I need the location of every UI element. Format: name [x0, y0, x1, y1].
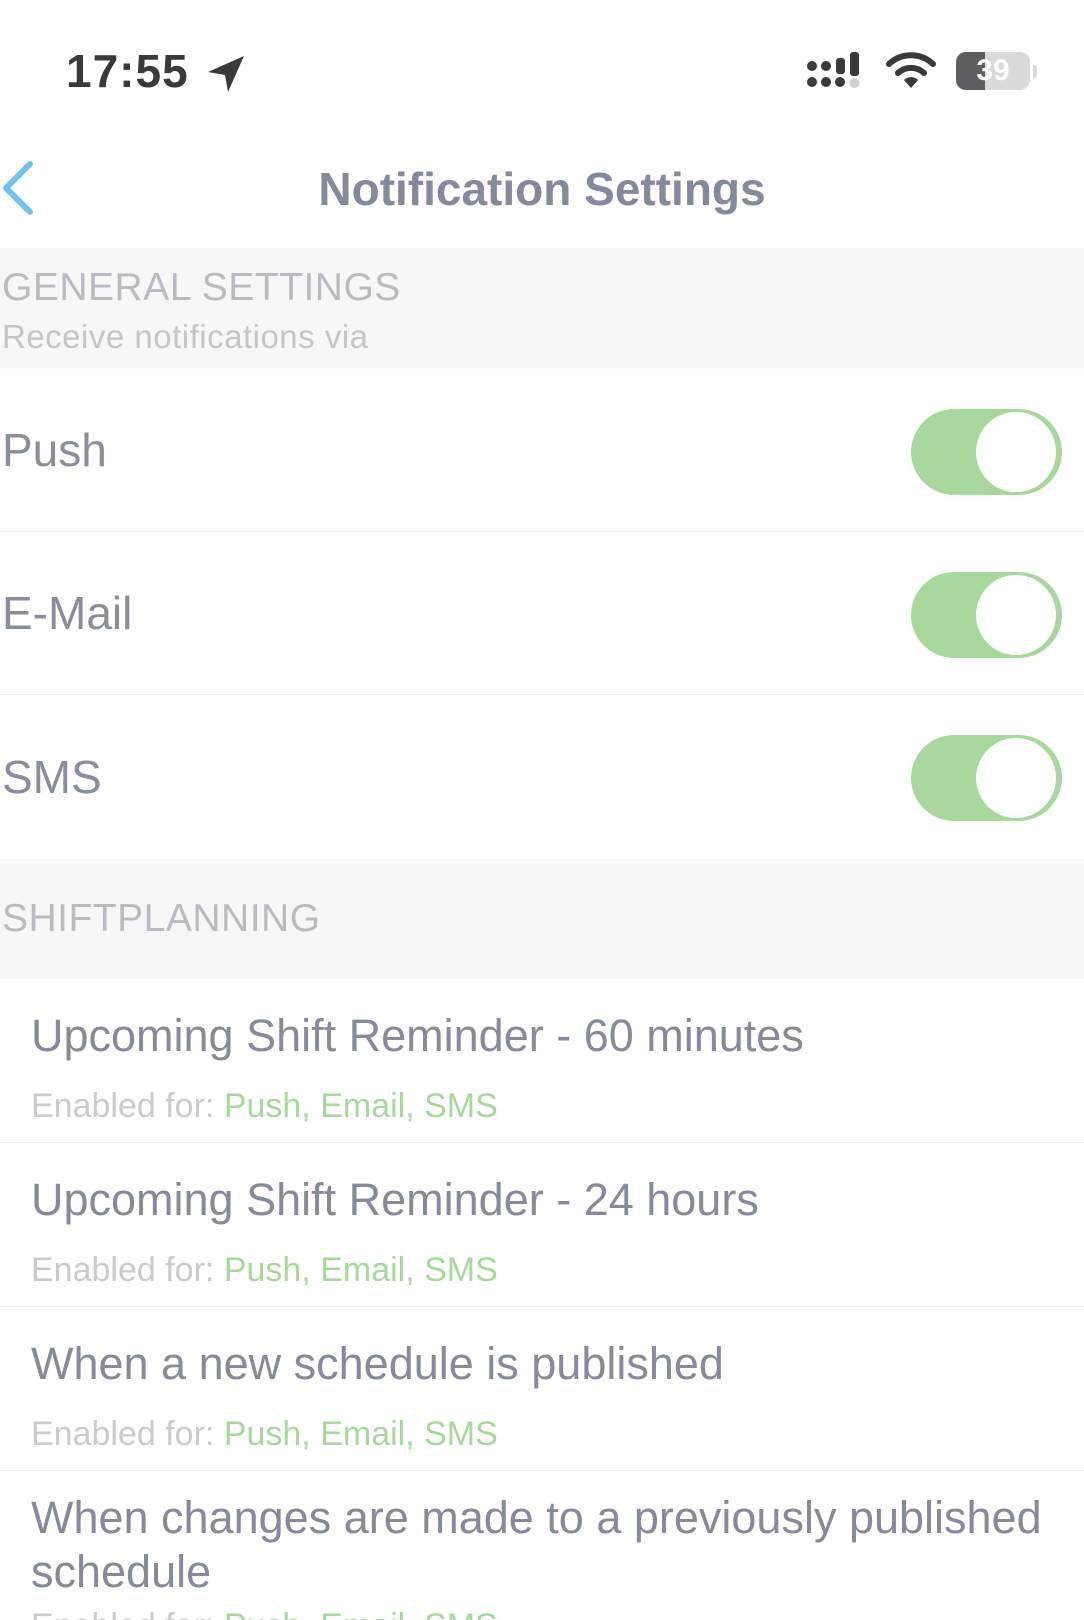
- shiftplanning-header: SHIFTPLANNING: [0, 859, 1084, 979]
- enabled-for-label: Enabled for:: [31, 1415, 215, 1453]
- enabled-for-label: Enabled for:: [31, 1251, 215, 1289]
- push-toggle[interactable]: [911, 409, 1062, 495]
- enabled-channels: Push, Email, SMS: [223, 1251, 498, 1289]
- toggle-knob: [976, 575, 1056, 655]
- notification-channels: Enabled for: Push, Email, SMS: [31, 1250, 498, 1290]
- wifi-icon: [886, 52, 936, 88]
- sms-label: SMS: [2, 751, 102, 803]
- battery-cap: [1033, 65, 1037, 78]
- battery-body: 39: [956, 52, 1030, 90]
- email-setting-row: E-Mail: [0, 532, 1084, 695]
- location-arrow-icon: [208, 56, 244, 92]
- enabled-for-label: Enabled for:: [31, 1607, 214, 1620]
- sms-toggle[interactable]: [911, 735, 1062, 821]
- section-title-general: GENERAL SETTINGS: [2, 266, 401, 309]
- enabled-channels: Push, Email, SMS: [223, 1415, 498, 1453]
- status-bar: 17:55 39: [0, 0, 1084, 130]
- notification-settings-screen: 17:55 39 Notification Settings GENERAL S…: [0, 0, 1084, 1620]
- notification-item-shift-reminder-24h[interactable]: Upcoming Shift Reminder - 24 hours Enabl…: [0, 1143, 1084, 1307]
- status-time: 17:55: [66, 45, 189, 97]
- email-label: E-Mail: [2, 587, 133, 639]
- back-button[interactable]: [0, 158, 60, 228]
- push-setting-row: Push: [0, 369, 1084, 532]
- notification-title: When a new schedule is published: [31, 1338, 724, 1389]
- notification-title: Upcoming Shift Reminder - 24 hours: [31, 1174, 759, 1225]
- battery-percentage: 39: [976, 54, 1010, 87]
- notification-title: When changes are made to a previously pu…: [31, 1492, 1042, 1597]
- notification-item-shift-reminder-60[interactable]: Upcoming Shift Reminder - 60 minutes Ena…: [0, 979, 1084, 1143]
- battery-icon: 39: [956, 52, 1037, 90]
- notification-channels: Enabled for: Push, Email, SMS: [31, 1414, 498, 1454]
- general-settings-header: GENERAL SETTINGS Receive notifications v…: [0, 248, 1084, 369]
- email-toggle[interactable]: [911, 572, 1062, 658]
- cellular-signal-icon: [807, 52, 860, 88]
- toggle-knob: [976, 738, 1056, 818]
- notification-item-new-schedule[interactable]: When a new schedule is published Enabled…: [0, 1307, 1084, 1471]
- enabled-channels: Push, Email, SMS: [223, 1087, 498, 1125]
- sms-setting-row: SMS: [0, 695, 1084, 859]
- chevron-left-icon: [3, 161, 33, 215]
- notification-channels: Enabled for: Push, Email, SMS: [31, 1086, 498, 1126]
- enabled-for-label: Enabled for:: [31, 1087, 215, 1125]
- notification-title: Upcoming Shift Reminder - 60 minutes: [31, 1010, 804, 1061]
- section-subtitle-general: Receive notifications via: [2, 318, 369, 355]
- toggle-knob: [976, 412, 1056, 492]
- enabled-channels: Push, Email, SMS: [224, 1607, 498, 1620]
- page-title: Notification Settings: [318, 163, 766, 215]
- notification-item-schedule-changes[interactable]: When changes are made to a previously pu…: [0, 1471, 1084, 1620]
- section-title-shiftplanning: SHIFTPLANNING: [2, 897, 321, 940]
- navigation-bar: Notification Settings: [0, 130, 1084, 248]
- notification-channels: Enabled for: Push, Email, SMS: [31, 1606, 498, 1620]
- push-label: Push: [2, 424, 107, 476]
